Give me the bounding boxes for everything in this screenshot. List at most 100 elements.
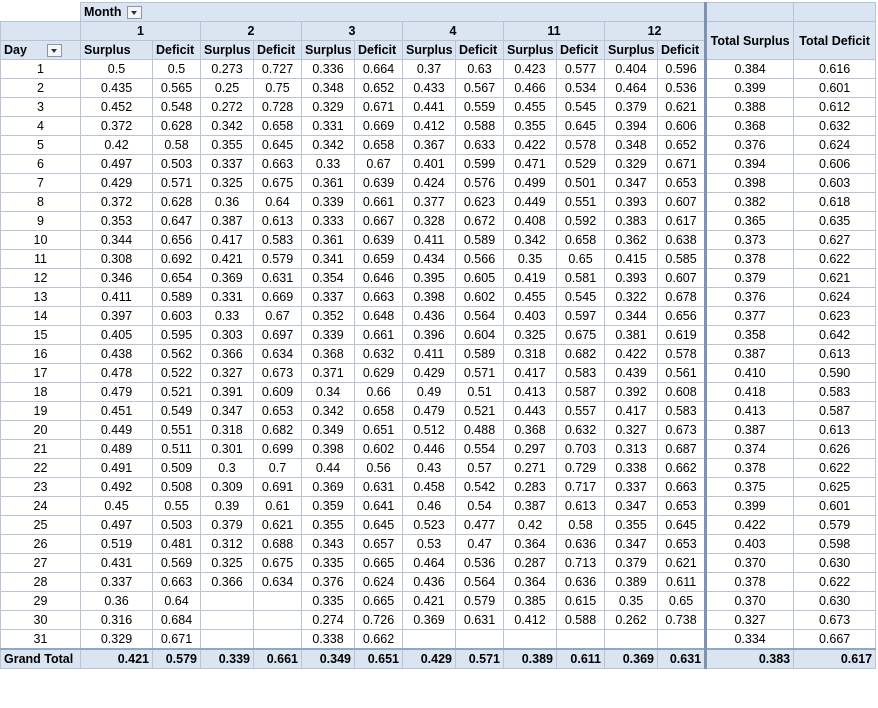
surplus-cell[interactable]: 0.347 xyxy=(604,534,658,554)
total-surplus-cell[interactable]: 0.358 xyxy=(704,325,795,345)
surplus-cell[interactable]: 0.366 xyxy=(200,344,254,364)
deficit-cell[interactable]: 0.728 xyxy=(253,97,302,117)
grand-surplus-cell[interactable]: 0.421 xyxy=(80,648,153,669)
total-surplus-cell[interactable]: 0.387 xyxy=(704,344,795,364)
deficit-cell[interactable]: 0.652 xyxy=(656,135,707,155)
surplus-cell[interactable]: 0.451 xyxy=(80,401,153,421)
surplus-cell[interactable]: 0.361 xyxy=(301,173,355,193)
day-cell[interactable]: 20 xyxy=(0,420,81,440)
surplus-cell[interactable]: 0.422 xyxy=(503,135,557,155)
surplus-cell[interactable]: 0.393 xyxy=(604,192,658,212)
deficit-subheader[interactable]: Deficit xyxy=(354,40,403,60)
day-cell[interactable]: 23 xyxy=(0,477,81,497)
deficit-cell[interactable]: 0.522 xyxy=(152,363,201,383)
surplus-cell[interactable]: 0.335 xyxy=(301,553,355,573)
surplus-subheader[interactable]: Surplus xyxy=(301,40,355,60)
deficit-cell[interactable]: 0.692 xyxy=(152,249,201,269)
surplus-cell[interactable]: 0.366 xyxy=(200,572,254,592)
surplus-cell[interactable]: 0.383 xyxy=(604,211,658,231)
deficit-subheader[interactable]: Deficit xyxy=(152,40,201,60)
deficit-cell[interactable]: 0.561 xyxy=(656,363,707,383)
total-deficit-cell[interactable]: 0.624 xyxy=(793,287,877,307)
day-cell[interactable]: 25 xyxy=(0,515,81,535)
surplus-cell[interactable] xyxy=(503,629,557,650)
deficit-cell[interactable]: 0.621 xyxy=(656,553,707,573)
deficit-cell[interactable]: 0.529 xyxy=(556,154,605,174)
surplus-cell[interactable]: 0.274 xyxy=(301,610,355,630)
deficit-cell[interactable]: 0.551 xyxy=(556,192,605,212)
deficit-cell[interactable]: 0.645 xyxy=(556,116,605,136)
deficit-cell[interactable]: 0.58 xyxy=(152,135,201,155)
surplus-cell[interactable]: 0.417 xyxy=(604,401,658,421)
surplus-cell[interactable]: 0.344 xyxy=(80,230,153,250)
deficit-cell[interactable]: 0.628 xyxy=(152,192,201,212)
total-surplus-cell[interactable]: 0.382 xyxy=(704,192,795,212)
surplus-cell[interactable]: 0.411 xyxy=(402,344,456,364)
deficit-cell[interactable]: 0.617 xyxy=(656,211,707,231)
deficit-cell[interactable]: 0.682 xyxy=(253,420,302,440)
deficit-cell[interactable]: 0.607 xyxy=(656,268,707,288)
surplus-cell[interactable]: 0.395 xyxy=(402,268,456,288)
deficit-cell[interactable]: 0.67 xyxy=(253,306,302,326)
surplus-cell[interactable]: 0.303 xyxy=(200,325,254,345)
month-header-12[interactable]: 12 xyxy=(603,21,707,41)
deficit-cell[interactable]: 0.615 xyxy=(556,591,605,611)
deficit-cell[interactable]: 0.609 xyxy=(253,382,302,402)
deficit-cell[interactable]: 0.536 xyxy=(455,553,504,573)
deficit-cell[interactable]: 0.636 xyxy=(556,572,605,592)
surplus-cell[interactable]: 0.369 xyxy=(402,610,456,630)
total-surplus-cell[interactable]: 0.378 xyxy=(704,572,795,592)
surplus-cell[interactable]: 0.25 xyxy=(200,78,254,98)
surplus-cell[interactable]: 0.347 xyxy=(604,496,658,516)
deficit-cell[interactable]: 0.595 xyxy=(152,325,201,345)
surplus-cell[interactable]: 0.449 xyxy=(80,420,153,440)
deficit-cell[interactable]: 0.634 xyxy=(253,344,302,364)
total-surplus-cell[interactable]: 0.365 xyxy=(704,211,795,231)
surplus-cell[interactable]: 0.379 xyxy=(200,515,254,535)
deficit-cell[interactable]: 0.663 xyxy=(354,287,403,307)
deficit-cell[interactable]: 0.726 xyxy=(354,610,403,630)
surplus-cell[interactable]: 0.337 xyxy=(301,287,355,307)
deficit-cell[interactable]: 0.653 xyxy=(656,496,707,516)
grand-deficit-cell[interactable]: 0.571 xyxy=(455,648,504,669)
surplus-cell[interactable]: 0.342 xyxy=(301,135,355,155)
deficit-cell[interactable]: 0.645 xyxy=(253,135,302,155)
surplus-cell[interactable]: 0.394 xyxy=(604,116,658,136)
deficit-subheader[interactable]: Deficit xyxy=(556,40,605,60)
deficit-cell[interactable]: 0.659 xyxy=(354,249,403,269)
surplus-cell[interactable]: 0.369 xyxy=(200,268,254,288)
deficit-cell[interactable]: 0.631 xyxy=(253,268,302,288)
surplus-cell[interactable]: 0.348 xyxy=(301,78,355,98)
total-surplus-cell[interactable]: 0.410 xyxy=(704,363,795,383)
surplus-cell[interactable]: 0.33 xyxy=(301,154,355,174)
total-surplus-cell[interactable]: 0.377 xyxy=(704,306,795,326)
total-surplus-cell[interactable]: 0.387 xyxy=(704,420,795,440)
surplus-cell[interactable]: 0.325 xyxy=(503,325,557,345)
deficit-cell[interactable]: 0.656 xyxy=(152,230,201,250)
deficit-cell[interactable]: 0.61 xyxy=(253,496,302,516)
deficit-cell[interactable]: 0.521 xyxy=(152,382,201,402)
total-deficit-cell[interactable]: 0.601 xyxy=(793,78,877,98)
total-deficit-cell[interactable]: 0.587 xyxy=(793,401,877,421)
deficit-cell[interactable]: 0.579 xyxy=(253,249,302,269)
surplus-cell[interactable]: 0.329 xyxy=(301,97,355,117)
deficit-cell[interactable]: 0.585 xyxy=(656,249,707,269)
surplus-cell[interactable]: 0.455 xyxy=(503,97,557,117)
deficit-cell[interactable]: 0.662 xyxy=(656,458,707,478)
surplus-cell[interactable]: 0.339 xyxy=(301,192,355,212)
deficit-cell[interactable]: 0.603 xyxy=(152,306,201,326)
deficit-cell[interactable]: 0.509 xyxy=(152,458,201,478)
grand-surplus-cell[interactable]: 0.339 xyxy=(200,648,254,669)
surplus-cell[interactable]: 0.512 xyxy=(402,420,456,440)
surplus-cell[interactable]: 0.523 xyxy=(402,515,456,535)
surplus-cell[interactable]: 0.397 xyxy=(80,306,153,326)
deficit-cell[interactable]: 0.606 xyxy=(656,116,707,136)
surplus-cell[interactable]: 0.417 xyxy=(503,363,557,383)
column-field-header[interactable]: Month xyxy=(79,2,707,22)
deficit-cell[interactable]: 0.632 xyxy=(354,344,403,364)
surplus-cell[interactable]: 0.344 xyxy=(604,306,658,326)
deficit-cell[interactable] xyxy=(253,629,302,650)
surplus-cell[interactable]: 0.329 xyxy=(80,629,153,650)
deficit-cell[interactable]: 0.545 xyxy=(556,97,605,117)
surplus-cell[interactable]: 0.364 xyxy=(503,534,557,554)
